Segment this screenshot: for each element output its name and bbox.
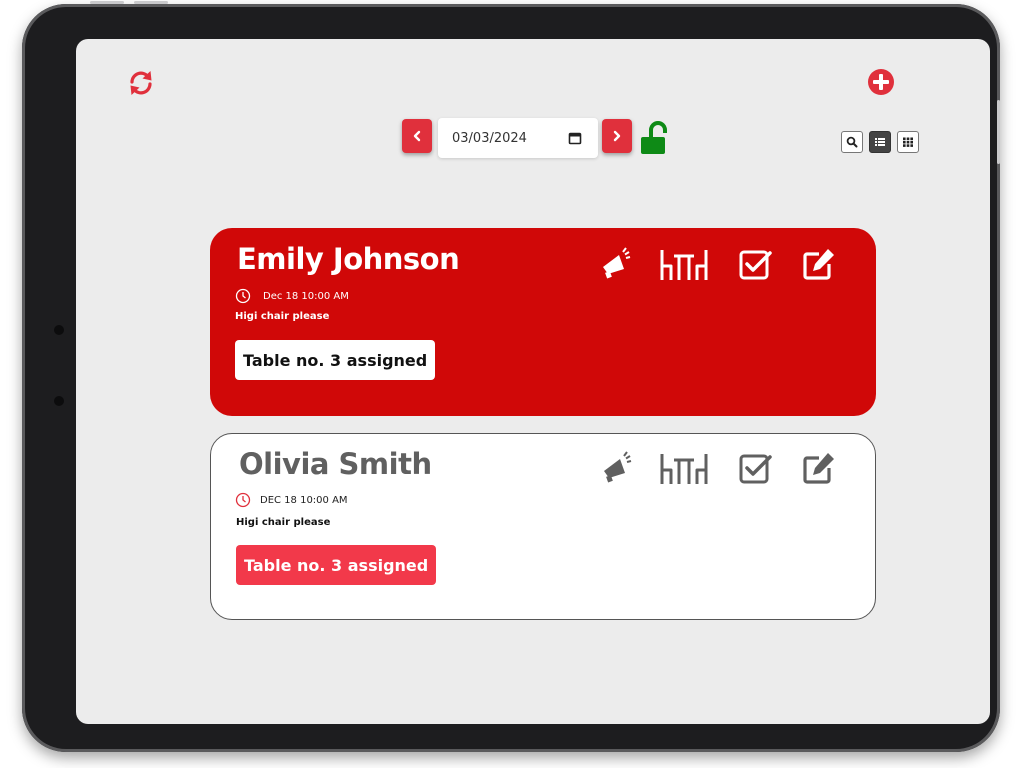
assign-table-button[interactable]: [658, 248, 710, 287]
guest-note: Higi chair please: [236, 517, 331, 528]
calendar-icon[interactable]: [568, 131, 582, 145]
tablet-frame: 03/03/2024 Emily Johnson Dec 18 10:00 AM…: [22, 1, 1000, 752]
table-assigned-badge: Table no. 3 assigned: [235, 340, 436, 380]
reservation-card[interactable]: Olivia Smith DEC 18 10:00 AM Higi chair …: [210, 433, 876, 620]
reservation-time-row: Dec 18 10:00 AM: [235, 288, 349, 304]
camera-dot: [54, 325, 64, 335]
table-chairs-icon: [660, 250, 708, 280]
announce-button[interactable]: [599, 246, 631, 285]
search-view-button[interactable]: [841, 131, 863, 153]
checkbox-icon: [739, 250, 772, 280]
check-in-button[interactable]: [739, 452, 773, 491]
reservation-time: DEC 18 10:00 AM: [260, 494, 348, 506]
add-reservation-button[interactable]: [867, 68, 895, 96]
megaphone-icon: [603, 247, 631, 279]
check-in-button[interactable]: [739, 248, 773, 287]
announce-button[interactable]: [600, 450, 632, 489]
reservation-card[interactable]: Emily Johnson Dec 18 10:00 AM Higi chair…: [210, 228, 876, 416]
chevron-left-icon: [413, 130, 421, 142]
grid-view-button[interactable]: [897, 131, 919, 153]
search-icon: [846, 136, 858, 148]
edit-icon: [803, 453, 834, 484]
guest-note: Higi chair please: [235, 311, 330, 322]
camera-dot: [54, 396, 64, 406]
side-button: [997, 100, 1000, 164]
edit-button[interactable]: [801, 450, 837, 491]
edit-button[interactable]: [801, 246, 837, 287]
top-button-2: [134, 1, 168, 4]
chevron-right-icon: [613, 130, 621, 142]
list-view-button[interactable]: [869, 131, 891, 153]
grid-icon: [903, 137, 913, 147]
guest-name: Emily Johnson: [237, 242, 460, 276]
assign-table-button[interactable]: [658, 452, 710, 491]
clock-icon: [235, 492, 251, 508]
refresh-icon[interactable]: [126, 68, 156, 98]
checkbox-icon: [739, 454, 772, 484]
next-day-button[interactable]: [602, 119, 632, 153]
edit-icon: [803, 249, 834, 280]
lock-open-icon[interactable]: [639, 120, 671, 156]
table-assigned-badge: Table no. 3 assigned: [236, 545, 437, 585]
guest-name: Olivia Smith: [239, 447, 432, 481]
date-value: 03/03/2024: [452, 130, 527, 146]
table-chairs-icon: [660, 454, 708, 484]
plus-circle-icon: [868, 69, 894, 95]
top-button-1: [90, 1, 124, 4]
reservation-time-row: DEC 18 10:00 AM: [235, 492, 348, 508]
app-screen: 03/03/2024 Emily Johnson Dec 18 10:00 AM…: [76, 39, 990, 724]
reservation-time: Dec 18 10:00 AM: [263, 290, 349, 302]
clock-icon: [235, 288, 251, 304]
previous-day-button[interactable]: [402, 119, 432, 153]
list-icon: [875, 138, 885, 146]
megaphone-icon: [604, 451, 632, 483]
date-input[interactable]: 03/03/2024: [438, 118, 598, 158]
